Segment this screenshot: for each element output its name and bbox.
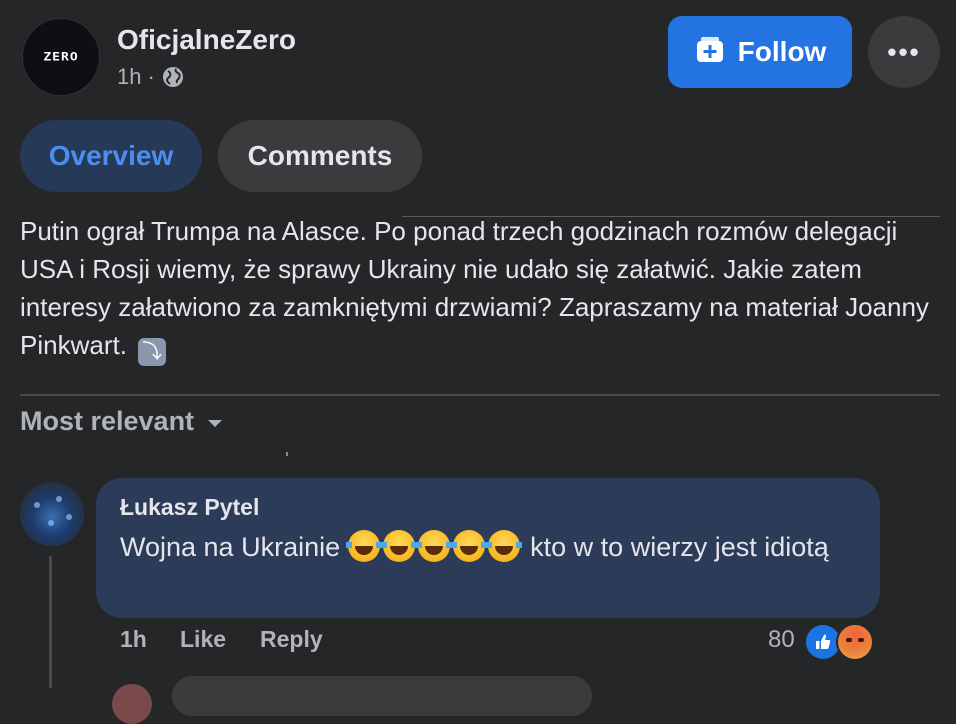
add-page-icon (694, 33, 726, 72)
reply-button[interactable]: Reply (260, 626, 323, 653)
laughing-emoji-row (345, 530, 523, 562)
post-text: Putin ograł Trumpa na Alasce. Po ponad t… (20, 212, 940, 366)
comment-time[interactable]: 1h (120, 626, 147, 653)
sort-label: Most relevant (20, 406, 195, 436)
follow-button[interactable]: Follow (668, 16, 852, 88)
laughing-emoji-icon (450, 530, 487, 562)
tab-comments[interactable]: Comments (218, 120, 422, 192)
comment-text: Wojna na Ukrainie kto w to wierzy jest i… (120, 528, 860, 566)
tab-overview[interactable]: Overview (20, 120, 202, 192)
page-name[interactable]: OficjalneZero (117, 24, 296, 56)
arrow-down-right-icon: ⤵ (138, 338, 167, 366)
comment-author[interactable]: Łukasz Pytel (120, 494, 259, 521)
comment-bubble[interactable]: Łukasz Pytel Wojna na Ukrainie kto w to … (96, 478, 880, 618)
laughing-emoji-icon (415, 530, 452, 562)
avatar[interactable] (20, 482, 84, 546)
laughing-emoji-icon (485, 530, 522, 562)
page-avatar[interactable]: ZERO (22, 18, 100, 96)
comment-text-start: Wojna na Ukrainie (120, 532, 341, 562)
divider-mark (286, 452, 288, 456)
thread-line (49, 556, 52, 688)
avatar[interactable] (112, 684, 152, 724)
more-icon: ••• (887, 36, 921, 67)
more-options-button[interactable]: ••• (868, 16, 940, 88)
section-divider (20, 394, 940, 396)
page-logo: ZERO (43, 50, 79, 64)
comment-text-end: kto w to wierzy jest idiotą (530, 532, 829, 562)
laughing-emoji-icon (380, 530, 417, 562)
like-button[interactable]: Like (180, 626, 226, 653)
post-time[interactable]: 1h (117, 64, 141, 90)
post-meta: 1h · (117, 64, 185, 90)
laughing-emoji-icon (345, 530, 382, 562)
follow-label: Follow (737, 36, 827, 67)
angry-reaction-icon (836, 623, 874, 661)
chevron-down-icon (206, 406, 224, 437)
globe-icon (161, 65, 185, 89)
meta-separator: · (147, 64, 155, 89)
sort-dropdown[interactable]: Most relevant (20, 406, 224, 437)
reaction-count[interactable]: 80 (768, 626, 795, 654)
reply-bubble[interactable] (172, 676, 592, 716)
